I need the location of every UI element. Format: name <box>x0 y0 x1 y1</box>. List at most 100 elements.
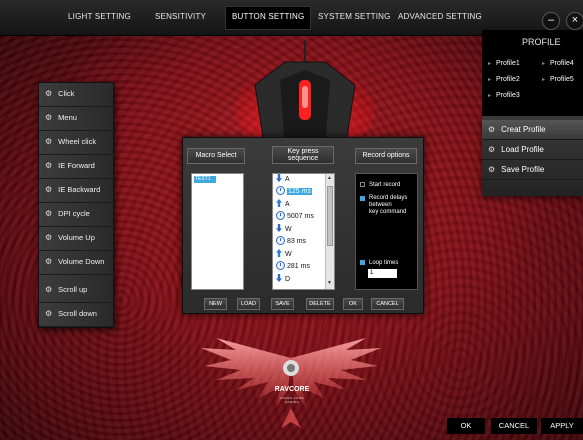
key-up-icon <box>276 199 282 207</box>
save-profile-button[interactable]: ⚙ Save Profile <box>482 160 583 180</box>
sequence-row[interactable]: A <box>276 174 290 185</box>
key-up-icon <box>276 249 282 257</box>
create-profile-button[interactable]: ⚙ Creat Profile <box>482 120 583 140</box>
raven-logo <box>201 338 381 428</box>
save-macro-button[interactable]: SAVE <box>271 298 294 310</box>
gear-icon: ⚙ <box>45 185 53 194</box>
sequence-scrollbar[interactable]: ▲ ▼ <box>325 174 334 289</box>
gear-icon: ⚙ <box>45 257 53 266</box>
gear-icon: ⚙ <box>45 209 53 218</box>
load-macro-button[interactable]: LOAD <box>237 298 260 310</box>
button-item-menu[interactable]: ⚙ Menu <box>39 107 115 131</box>
sequence-text: A <box>285 176 290 183</box>
loop-times-label: Loop times <box>369 260 399 266</box>
key-down-icon <box>276 174 282 182</box>
key-down-icon <box>276 274 282 282</box>
record-options-button[interactable]: Record options <box>355 148 417 164</box>
button-item-label: Wheel click <box>58 137 97 146</box>
sequence-row[interactable]: 5007 ms <box>276 211 314 222</box>
apply-button[interactable]: APPLY <box>541 418 583 434</box>
load-profile-button[interactable]: ⚙ Load Profile <box>482 140 583 160</box>
profile-label: Profile3 <box>496 92 520 99</box>
gear-icon: ⚙ <box>45 309 53 318</box>
gear-icon: ⚙ <box>45 89 53 98</box>
load-profile-label: Load Profile <box>501 145 544 154</box>
ok-macro-button[interactable]: OK <box>343 298 363 310</box>
sequence-row[interactable]: W <box>276 224 292 235</box>
sequence-text: W <box>285 226 292 233</box>
button-item-scroll-up[interactable]: ⚙ Scroll up <box>39 279 115 303</box>
button-item-ie-backward[interactable]: ⚙ IE Backward <box>39 179 115 203</box>
profile-label: Profile4 <box>550 60 574 67</box>
tab-sensitivity[interactable]: SENSITIVITY <box>155 12 206 21</box>
scroll-down-icon[interactable]: ▼ <box>327 280 333 286</box>
macro-list-item[interactable]: TEST1 <box>194 176 216 183</box>
bullet-icon: ▸ <box>488 77 492 83</box>
button-item-scroll-down[interactable]: ⚙ Scroll down <box>39 303 115 327</box>
button-item-label: IE Backward <box>58 185 101 194</box>
key-press-sequence-button[interactable]: Key press sequence <box>272 146 334 164</box>
button-item-label: Scroll up <box>58 285 88 294</box>
button-item-label: Volume Up <box>58 233 95 242</box>
button-assignment-list: ⚙ Click ⚙ Menu ⚙ Wheel click ⚙ IE Forward ⚙ I… <box>38 82 115 328</box>
button-item-wheel-click[interactable]: ⚙ Wheel click <box>39 131 115 155</box>
gear-icon: ⚙ <box>45 285 53 294</box>
record-delays-label-1: Record delays <box>369 195 408 201</box>
profile-item-2[interactable]: ▸ Profile2 <box>488 76 520 83</box>
button-item-label: IE Forward <box>58 161 95 170</box>
delete-macro-button[interactable]: DELETE <box>306 298 334 310</box>
tab-advanced-setting[interactable]: ADVANCED SETTING <box>398 12 482 21</box>
create-profile-label: Creat Profile <box>501 125 546 134</box>
profile-item-3[interactable]: ▸ Profile3 <box>488 92 520 99</box>
profile-title: PROFILE <box>522 37 561 47</box>
sequence-text: 5007 ms <box>287 213 314 220</box>
sequence-text: 281 ms <box>287 263 310 270</box>
macro-select-button[interactable]: Macro Select <box>187 148 245 164</box>
button-item-volume-down[interactable]: ⚙ Volume Down <box>39 251 115 275</box>
close-button[interactable]: × <box>566 12 583 30</box>
macro-list[interactable]: TEST1 <box>191 173 244 290</box>
bullet-icon: ▸ <box>542 61 546 67</box>
tab-light-setting[interactable]: LIGHT SETTING <box>68 12 131 21</box>
scroll-up-icon[interactable]: ▲ <box>327 175 333 181</box>
start-record-checkbox[interactable] <box>360 182 365 187</box>
profile-item-5[interactable]: ▸ Profile5 <box>542 76 574 83</box>
profile-item-1[interactable]: ▸ Profile1 <box>488 60 520 67</box>
gear-icon: ⚙ <box>45 161 53 170</box>
tab-system-setting[interactable]: SYSTEM SETTING <box>318 12 391 21</box>
button-item-label: Volume Down <box>58 257 105 266</box>
key-sequence-list[interactable]: A 125 ms A 5007 ms W 83 ms W 281 ms D ▲ … <box>272 173 335 290</box>
sequence-text: W <box>285 251 292 258</box>
sequence-row[interactable]: W <box>276 249 292 260</box>
sequence-row[interactable]: 281 ms <box>276 261 310 272</box>
gear-icon: ⚙ <box>488 145 496 154</box>
sequence-row[interactable]: 125 ms <box>276 186 312 197</box>
cancel-macro-button[interactable]: CANCEL <box>371 298 404 310</box>
cancel-button[interactable]: CANCEL <box>491 418 537 434</box>
profile-actions: ⚙ Creat Profile ⚙ Load Profile ⚙ Save Profi… <box>482 116 583 196</box>
tab-button-setting[interactable]: BUTTON SETTING <box>225 6 312 30</box>
clock-icon <box>276 186 285 195</box>
ok-button[interactable]: OK <box>447 418 485 434</box>
button-item-label: Scroll down <box>58 309 97 318</box>
sequence-row[interactable]: 83 ms <box>276 236 306 247</box>
save-profile-label: Save Profile <box>501 165 545 174</box>
record-delays-checkbox[interactable] <box>360 196 365 201</box>
sequence-row[interactable]: A <box>276 199 290 210</box>
key-press-label-line1: Key press <box>287 148 319 155</box>
button-item-volume-up[interactable]: ⚙ Volume Up <box>39 227 115 251</box>
profile-item-4[interactable]: ▸ Profile4 <box>542 60 574 67</box>
new-macro-button[interactable]: NEW <box>204 298 227 310</box>
loop-times-input[interactable]: 1 <box>368 269 397 278</box>
button-item-click[interactable]: ⚙ Click <box>39 83 115 107</box>
minimize-button[interactable]: – <box>542 12 560 30</box>
start-record-label: Start record <box>369 182 401 188</box>
sequence-row[interactable]: D <box>276 274 290 285</box>
loop-times-checkbox[interactable] <box>360 260 365 265</box>
button-item-ie-forward[interactable]: ⚙ IE Forward <box>39 155 115 179</box>
scrollbar-thumb[interactable] <box>327 186 333 246</box>
button-item-label: DPI cycle <box>58 209 90 218</box>
button-item-dpi-cycle[interactable]: ⚙ DPI cycle <box>39 203 115 227</box>
clock-icon <box>276 211 285 220</box>
clock-icon <box>276 261 285 270</box>
